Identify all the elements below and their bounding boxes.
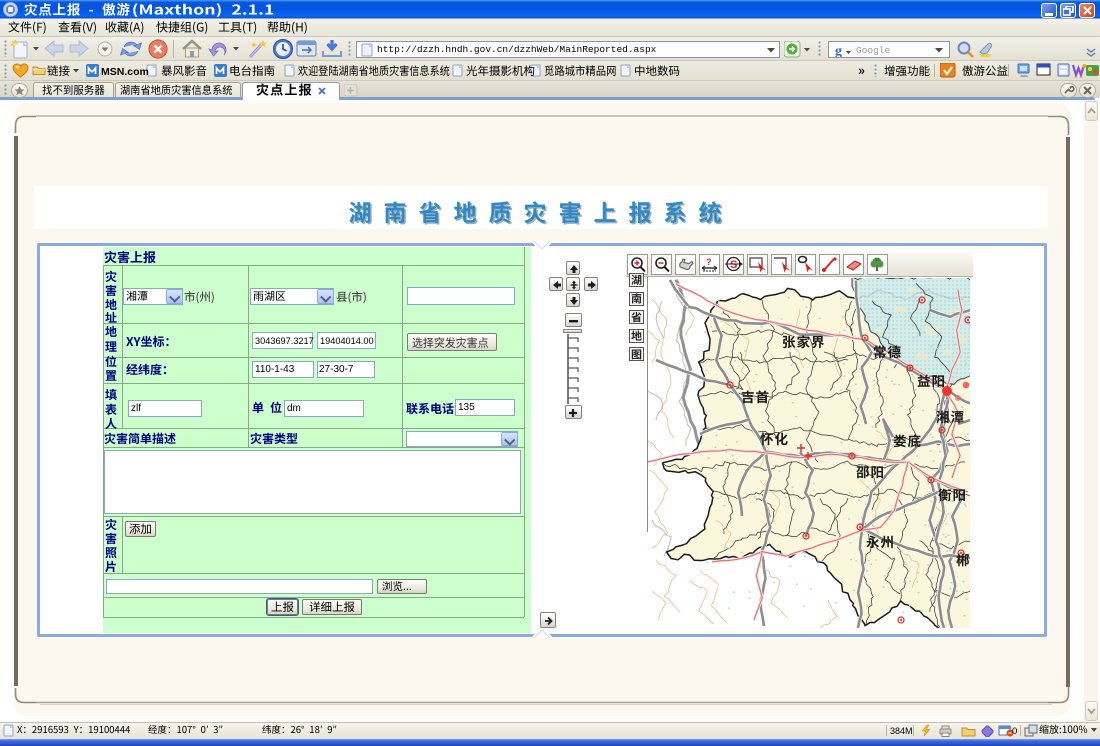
svg-text:g: g	[835, 44, 842, 57]
